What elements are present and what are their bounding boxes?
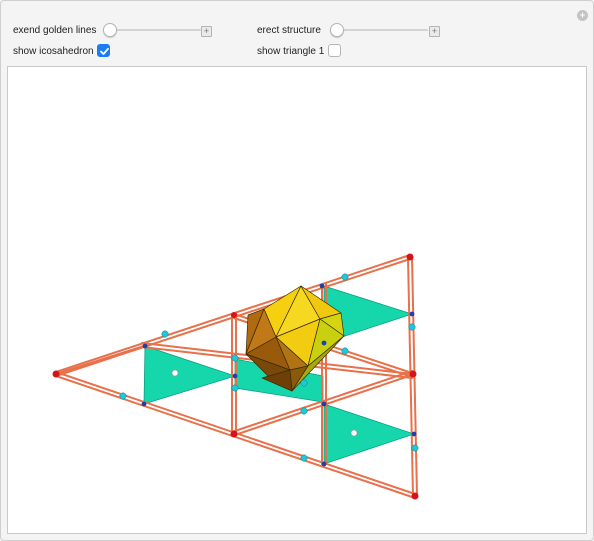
show-icosahedron-checkbox[interactable] [97, 44, 110, 57]
plus-circle-icon[interactable]: + [577, 10, 588, 21]
cyan-node [341, 347, 349, 355]
cyan-node [408, 323, 416, 331]
teal-face [143, 345, 237, 405]
show-triangle-checkbox[interactable] [328, 44, 341, 57]
slider-track [330, 29, 428, 31]
red-node [230, 430, 238, 438]
golden-lines-label: exend golden lines [13, 25, 97, 36]
golden-lines-slider[interactable] [103, 23, 201, 37]
slider-thumb[interactable] [330, 23, 344, 37]
erect-structure-label: erect structure [257, 25, 321, 36]
plus-square-icon[interactable]: + [201, 26, 212, 37]
slider-thumb[interactable] [103, 23, 117, 37]
cyan-node [231, 384, 239, 392]
blue-node [142, 343, 148, 349]
show-icosahedron-label: show icosahedron [13, 46, 94, 57]
graphics-view[interactable] [7, 66, 587, 534]
cyan-node [341, 273, 349, 281]
cyan-node [161, 330, 169, 338]
checkmark-icon [100, 47, 109, 55]
show-triangle-label: show triangle 1 [257, 46, 325, 57]
blue-node [411, 431, 417, 437]
cyan-node [300, 379, 308, 387]
erect-structure-slider[interactable] [330, 23, 428, 37]
blue-node [141, 401, 147, 407]
red-node [231, 312, 237, 318]
red-node [409, 370, 417, 378]
blue-node [232, 373, 238, 379]
teal-face [323, 403, 416, 465]
cyan-node [300, 454, 308, 462]
cyan-node [411, 444, 419, 452]
white-node [171, 369, 179, 377]
cyan-node [300, 407, 308, 415]
blue-node [321, 340, 327, 346]
slider-track [103, 29, 201, 31]
red-node [406, 253, 414, 261]
cyan-node [119, 392, 127, 400]
blue-node [321, 401, 327, 407]
cyan-node [231, 354, 239, 362]
blue-node [321, 461, 327, 467]
red-node [52, 370, 60, 378]
golden-structure-graphic [52, 253, 419, 500]
red-node [411, 492, 419, 500]
blue-node [319, 283, 325, 289]
white-node [350, 429, 358, 437]
demonstration-panel: + exend golden lines + erect structure +… [0, 0, 594, 541]
plus-square-icon[interactable]: + [429, 26, 440, 37]
blue-node [409, 311, 415, 317]
